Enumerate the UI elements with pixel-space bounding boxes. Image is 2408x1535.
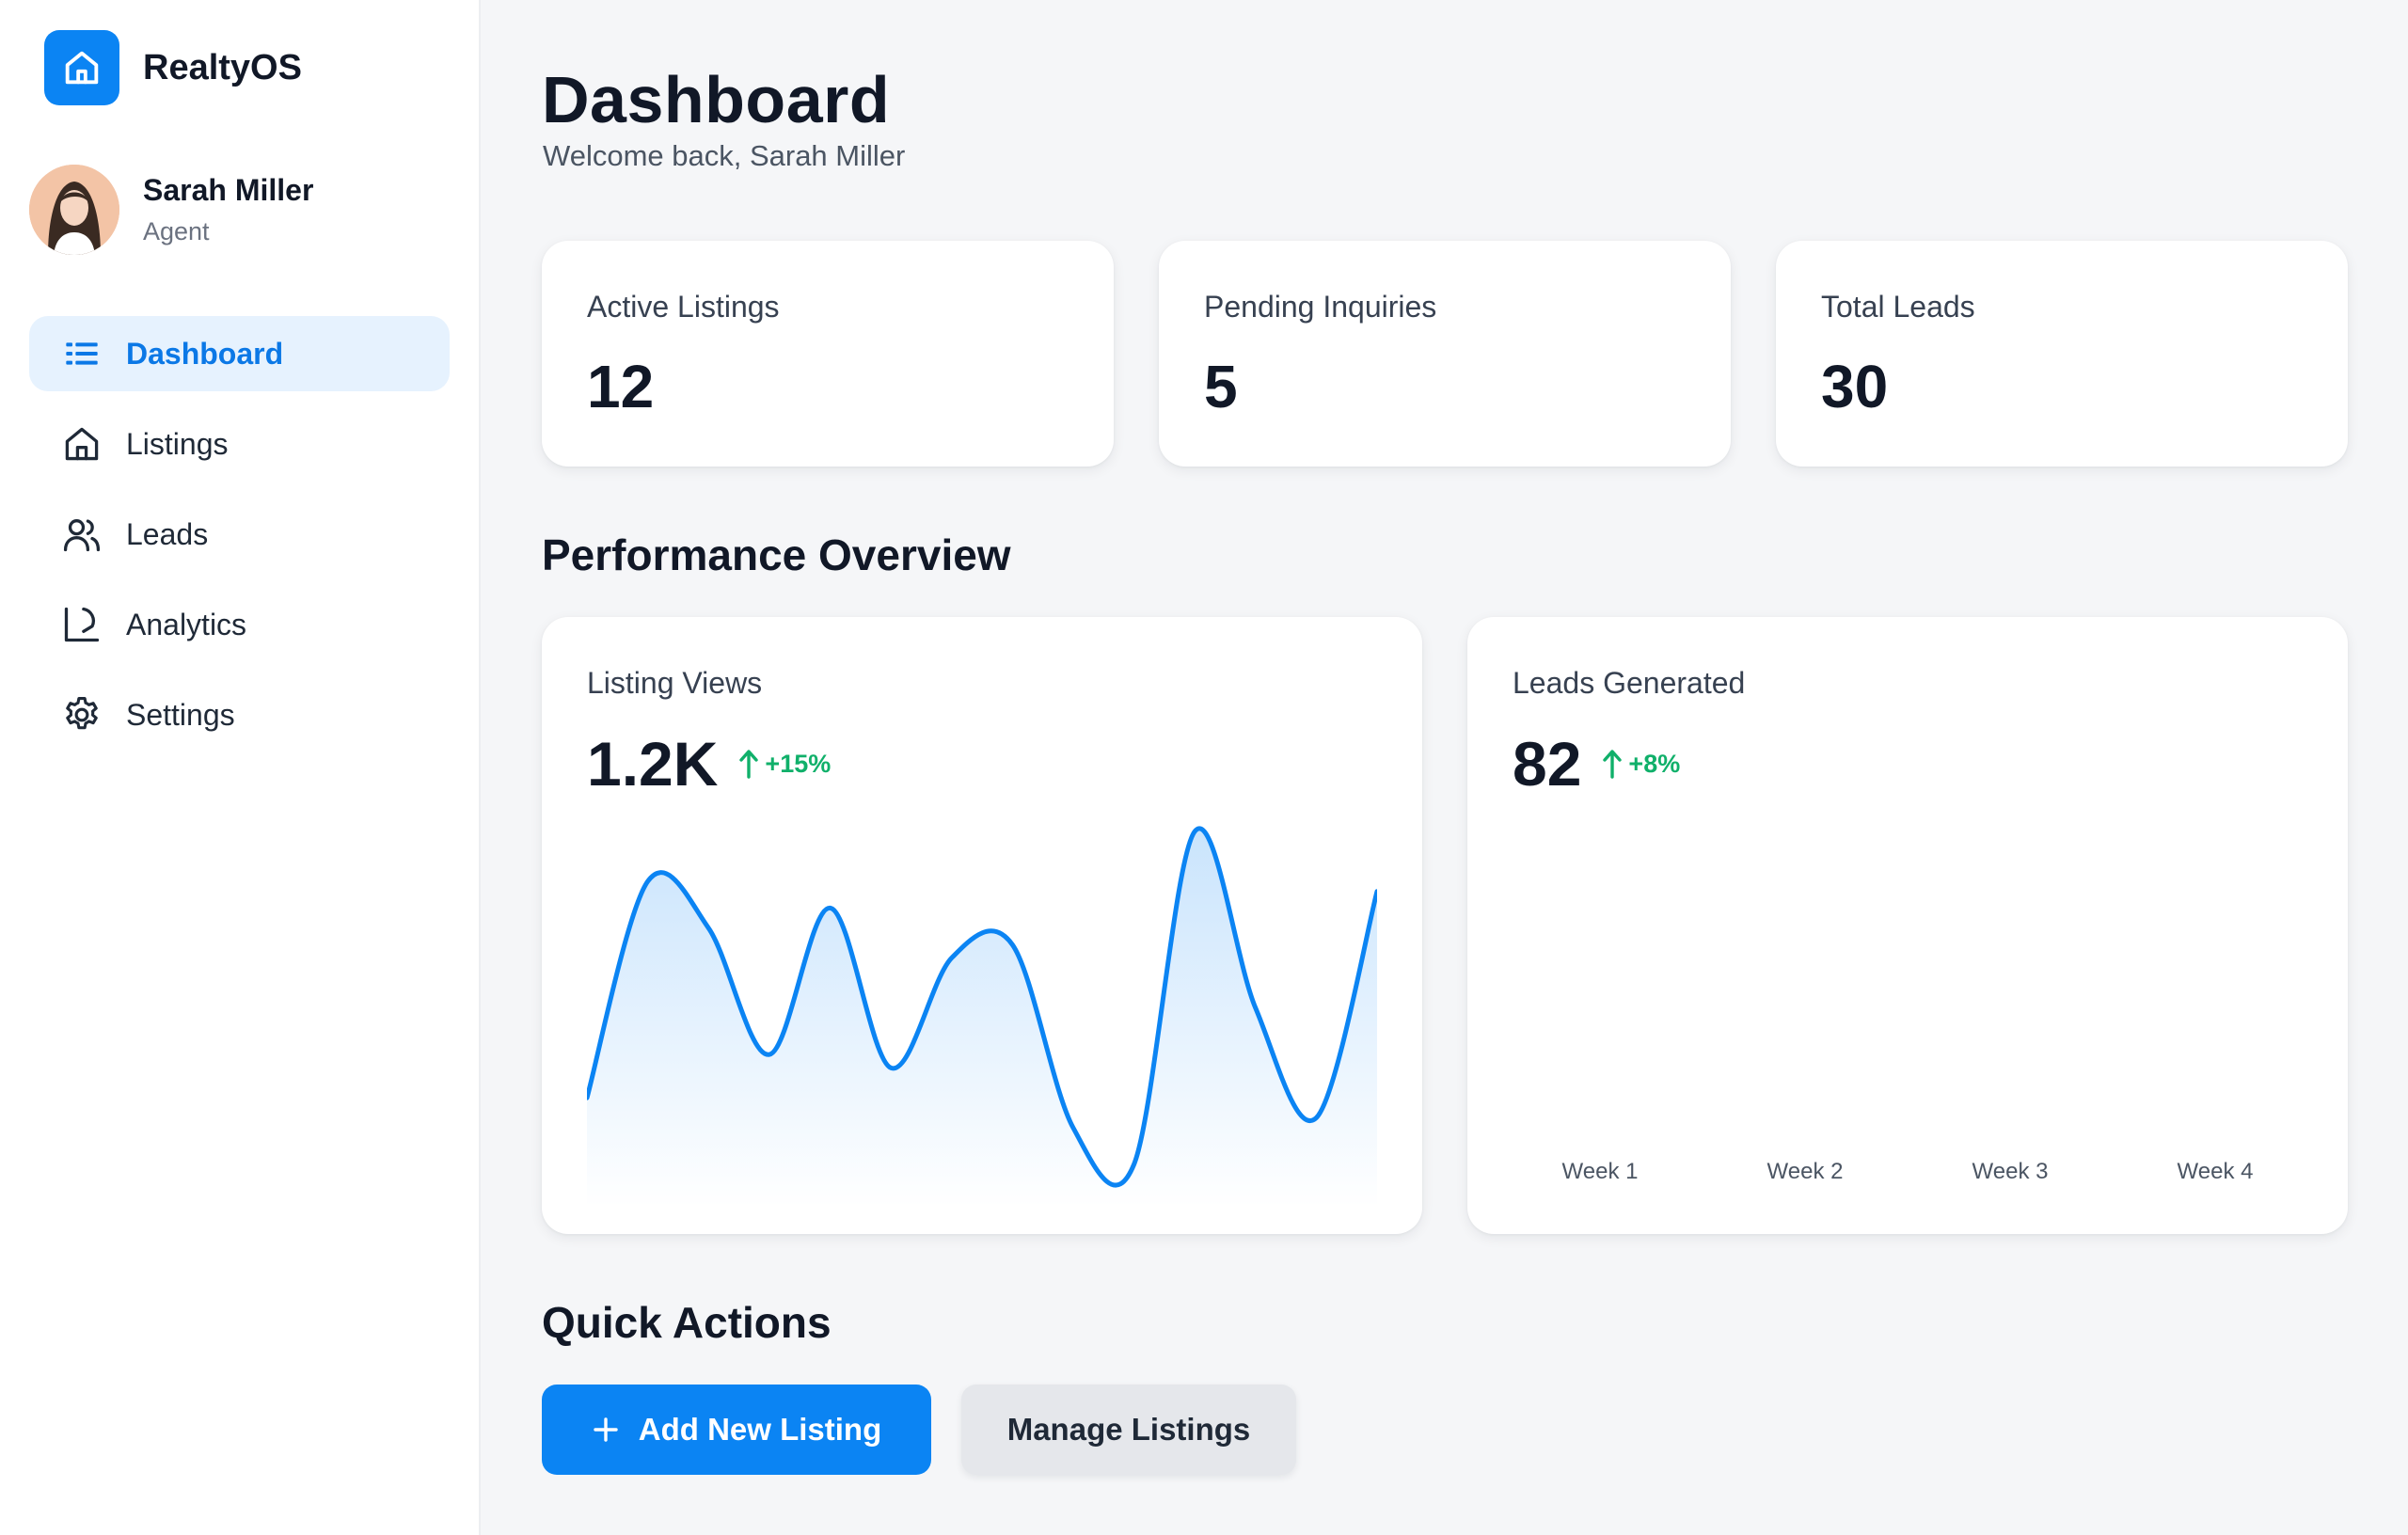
stat-label: Pending Inquiries bbox=[1204, 290, 1437, 324]
app-name: RealtyOS bbox=[143, 47, 302, 87]
chart-metric: 1.2K bbox=[587, 729, 719, 799]
home-icon bbox=[44, 30, 119, 105]
add-new-listing-button[interactable]: Add New Listing bbox=[542, 1385, 931, 1475]
button-label: Manage Listings bbox=[1006, 1412, 1251, 1447]
home-icon bbox=[60, 422, 103, 466]
users-icon bbox=[60, 513, 103, 556]
delta-value: +15% bbox=[765, 749, 832, 778]
chart-label: Listing Views bbox=[587, 666, 763, 700]
stat-card-active-listings: Active Listings 12 bbox=[542, 241, 1114, 467]
sidebar-item-leads[interactable]: Leads bbox=[29, 497, 450, 572]
analytics-icon bbox=[60, 603, 103, 646]
listing-views-card: Listing Views 1.2K +15% bbox=[542, 617, 1422, 1234]
arrow-up-icon bbox=[739, 750, 759, 779]
stat-card-total-leads: Total Leads 30 bbox=[1776, 241, 2348, 467]
sidebar-item-label: Analytics bbox=[126, 607, 247, 641]
stat-value: 5 bbox=[1204, 353, 1238, 420]
manage-listings-button[interactable]: Manage Listings bbox=[961, 1385, 1296, 1475]
sidebar-item-label: Dashboard bbox=[126, 336, 284, 371]
x-tick-label: Week 4 bbox=[2177, 1159, 2254, 1184]
delta-value: +8% bbox=[1628, 749, 1681, 778]
stat-value: 12 bbox=[587, 353, 655, 420]
x-tick-label: Week 3 bbox=[1972, 1159, 2049, 1184]
user-profile[interactable]: Sarah Miller Agent bbox=[29, 165, 313, 255]
sidebar-item-analytics[interactable]: Analytics bbox=[29, 587, 450, 662]
sidebar-item-dashboard[interactable]: Dashboard bbox=[29, 316, 450, 391]
arrow-up-icon bbox=[1603, 750, 1623, 779]
stat-value: 30 bbox=[1821, 353, 1889, 420]
button-label: Add New Listing bbox=[638, 1412, 882, 1447]
stat-label: Active Listings bbox=[587, 290, 780, 324]
sidebar-item-settings[interactable]: Settings bbox=[29, 677, 450, 752]
section-title-performance: Performance Overview bbox=[542, 530, 1011, 579]
gear-icon bbox=[60, 693, 103, 736]
sidebar-item-listings[interactable]: Listings bbox=[29, 406, 450, 482]
delta-badge: +8% bbox=[1602, 749, 1680, 779]
delta-badge: +15% bbox=[738, 749, 831, 779]
avatar bbox=[29, 165, 119, 255]
sidebar-item-label: Settings bbox=[126, 697, 235, 732]
listing-views-chart bbox=[587, 826, 1377, 1208]
user-name: Sarah Miller bbox=[143, 173, 314, 207]
chart-label: Leads Generated bbox=[1513, 666, 1746, 700]
stat-card-pending-inquiries: Pending Inquiries 5 bbox=[1159, 241, 1731, 467]
x-tick-label: Week 1 bbox=[1561, 1159, 1639, 1184]
page-title: Dashboard bbox=[542, 63, 891, 136]
user-role: Agent bbox=[143, 217, 210, 245]
dashboard-list-icon bbox=[60, 332, 103, 375]
brand[interactable]: RealtyOS bbox=[44, 30, 302, 105]
sidebar-nav: Dashboard Listings Leads Analytics Setti… bbox=[29, 316, 450, 768]
sidebar-item-label: Listings bbox=[126, 426, 229, 461]
chart-metric: 82 bbox=[1513, 729, 1582, 799]
chart-value: 1.2K +15% bbox=[587, 728, 831, 799]
x-tick-label: Week 2 bbox=[1766, 1159, 1844, 1184]
stat-label: Total Leads bbox=[1821, 290, 1975, 324]
chart-value: 82 +8% bbox=[1513, 728, 1680, 799]
sidebar-item-label: Leads bbox=[126, 516, 209, 551]
section-title-quick-actions: Quick Actions bbox=[542, 1298, 832, 1347]
page-subtitle: Welcome back, Sarah Miller bbox=[543, 139, 906, 172]
leads-generated-card: Leads Generated 82 +8% Week 1 Week 2 Wee… bbox=[1467, 617, 2348, 1234]
plus-icon bbox=[592, 1416, 620, 1444]
sidebar: RealtyOS Sarah Miller Agent Dashboard Li… bbox=[0, 0, 481, 1535]
